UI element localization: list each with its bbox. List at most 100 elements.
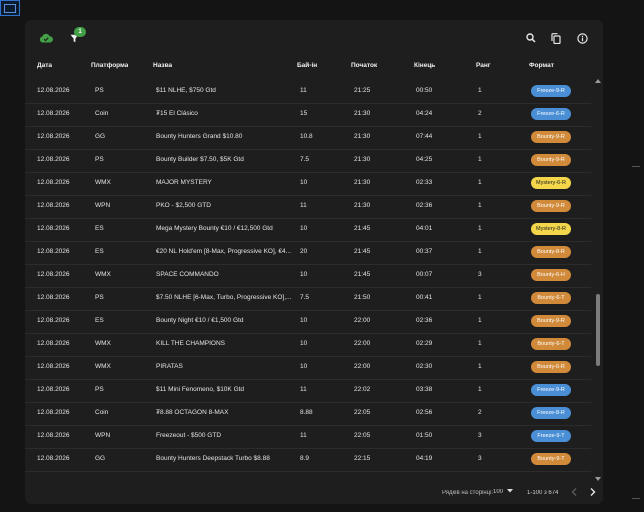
cell-platform: PS: [95, 87, 104, 94]
scroll-down-icon[interactable]: [595, 477, 601, 481]
cell-name: MAJOR MYSTERY: [156, 179, 212, 186]
page-range: 1-100 з 674: [527, 490, 559, 496]
next-page-button[interactable]: [590, 488, 596, 498]
format-badge: Bounty-6-T: [531, 338, 571, 350]
cell-date: 12.08.2026: [37, 340, 70, 347]
vertical-scrollbar[interactable]: [595, 78, 601, 482]
search-button[interactable]: [519, 26, 543, 50]
cell-buyin: 11: [300, 432, 307, 439]
cell-end: 02:30: [416, 363, 433, 370]
column-header-format[interactable]: Формат: [529, 62, 554, 69]
info-button[interactable]: [570, 26, 594, 50]
table-row[interactable]: 12.08.2026 GG Bounty Hunters Deepstack Tur…: [25, 448, 591, 472]
cell-platform: WMX: [95, 340, 111, 347]
column-header-platform[interactable]: Платформа: [91, 62, 128, 69]
copy-button[interactable]: [544, 26, 568, 50]
cell-rank: 2: [478, 110, 482, 117]
cell-platform: WPN: [95, 432, 111, 439]
table-row[interactable]: 12.08.2026 PS $11 Mini Fenomeno, $10K Gtd 1…: [25, 379, 591, 403]
info-icon: [576, 32, 588, 44]
cell-buyin: 7.5: [300, 294, 310, 301]
cloud-sync-button[interactable]: [34, 26, 58, 50]
column-header-buyin[interactable]: Бай-ін: [297, 62, 317, 69]
format-badge: Bounty-9-R: [531, 131, 571, 143]
table-row[interactable]: 12.08.2026 PS $7.50 NLHE [6-Max, Turbo, Pr…: [25, 287, 591, 311]
table-row[interactable]: 12.08.2026 WMX SPACE COMMANDO 10 21:45 00:07 3…: [25, 264, 591, 288]
cell-start: 22:02: [354, 386, 371, 393]
window-thumbnail[interactable]: [0, 0, 20, 16]
column-header-rank[interactable]: Ранг: [476, 62, 491, 69]
cell-name: Mega Mystery Bounty €10 / €12,500 Gtd: [156, 225, 273, 232]
cell-buyin: 10.8: [300, 133, 313, 140]
column-header-name[interactable]: Назва: [153, 62, 172, 69]
cell-end: 03:38: [416, 386, 433, 393]
cell-platform: ES: [95, 317, 104, 324]
table-row[interactable]: 12.08.2026 ES Bounty Night €10 / €1,500 Gt…: [25, 310, 591, 334]
table-row[interactable]: 12.08.2026 PS Bounty Builder $7.50, $5K Gt…: [25, 149, 591, 173]
cell-rank: 1: [478, 133, 482, 140]
cell-start: 21:30: [354, 179, 371, 186]
cell-buyin: 11: [300, 87, 307, 94]
scroll-up-icon[interactable]: [595, 79, 601, 83]
chevron-down-icon: [506, 489, 513, 493]
scrollbar-thumb[interactable]: [596, 294, 600, 366]
cell-rank: 1: [478, 202, 482, 209]
format-badge: Freeze-8-R: [531, 407, 571, 419]
cell-date: 12.08.2026: [37, 271, 70, 278]
table-row[interactable]: 12.08.2026 WPN Freezeout - $500 GTD 11 22:05…: [25, 425, 591, 449]
cell-rank: 1: [478, 340, 482, 347]
table-row[interactable]: 12.08.2026 Coin ₮15 El Clásico 15 21:30 04:24…: [25, 103, 591, 127]
cell-name: ₮8.88 OCTAGON 8-MAX: [156, 409, 229, 416]
cell-rank: 1: [478, 225, 482, 232]
cell-platform: WMX: [95, 271, 111, 278]
cell-start: 21:25: [354, 87, 371, 94]
cell-buyin: 10: [300, 271, 308, 278]
table-row[interactable]: 12.08.2026 ES €20 NL Hold'em [8-Max, Progr…: [25, 241, 591, 265]
cell-name: Bounty Hunters Deepstack Turbo $8.88: [156, 455, 270, 462]
cell-date: 12.08.2026: [37, 156, 70, 163]
cell-start: 21:30: [354, 133, 371, 140]
cell-buyin: 10: [300, 225, 308, 232]
pagination-footer: Рядків на сторінці: 100 1-100 з 674: [25, 482, 603, 504]
tournament-table-panel: 1 Дата Платформа Назва Бай-ін Початок Кі…: [25, 20, 603, 504]
cell-start: 21:30: [354, 156, 371, 163]
cell-end: 00:37: [416, 248, 433, 255]
column-header-start[interactable]: Початок: [351, 62, 377, 69]
format-badge: Mystery-6-R: [531, 177, 571, 189]
table-row[interactable]: 12.08.2026 Coin ₮8.88 OCTAGON 8-MAX 8.88 22:…: [25, 402, 591, 426]
copy-icon: [551, 32, 561, 44]
cell-platform: PS: [95, 386, 104, 393]
cell-name: KILL THE CHAMPIONS: [156, 340, 225, 347]
format-badge: Bounty-6-R: [531, 361, 571, 373]
cell-name: Bounty Night €10 / €1,500 Gtd: [156, 317, 244, 324]
cell-start: 21:30: [354, 110, 371, 117]
cell-date: 12.08.2026: [37, 87, 70, 94]
format-badge: Freeze-9-T: [531, 430, 571, 442]
column-header-end[interactable]: Кінець: [414, 62, 435, 69]
cell-buyin: 7.5: [300, 156, 310, 163]
table-row[interactable]: 12.08.2026 WMX KILL THE CHAMPIONS 10 22:00 02…: [25, 333, 591, 357]
cell-platform: PS: [95, 294, 104, 301]
cell-buyin: 20: [300, 248, 308, 255]
table-row[interactable]: 12.08.2026 ES Mega Mystery Bounty €10 / €1…: [25, 218, 591, 242]
cell-buyin: 8.9: [300, 455, 310, 462]
cell-buyin: 8.88: [300, 409, 313, 416]
rows-per-page-select[interactable]: 100: [493, 489, 513, 495]
table-row[interactable]: 12.08.2026 WPN PKO - $2,500 GTD 11 21:30 02:3…: [25, 195, 591, 219]
table-row[interactable]: 12.08.2026 GG Bounty Hunters Grand $10.80 1…: [25, 126, 591, 150]
cell-end: 02:33: [416, 179, 433, 186]
table-row[interactable]: 12.08.2026 WMX MAJOR MYSTERY 10 21:30 02:33 1 M…: [25, 172, 591, 196]
cell-rank: 1: [478, 156, 482, 163]
search-icon: [526, 33, 536, 43]
filter-button[interactable]: 1: [62, 26, 86, 50]
previous-page-button[interactable]: [571, 488, 577, 498]
cell-platform: GG: [95, 455, 106, 462]
column-header-date[interactable]: Дата: [37, 62, 52, 69]
format-badge: Bounty-8-R: [531, 246, 571, 258]
rows-per-page-label: Рядків на сторінці:: [442, 490, 494, 496]
table-row[interactable]: 12.08.2026 PS $11 NLHE, $750 Gtd 11 21:25 00:…: [25, 80, 591, 104]
table-row[interactable]: 12.08.2026 WMX PIRATAS 10 22:00 02:30 1 Bounty-…: [25, 356, 591, 380]
cell-date: 12.08.2026: [37, 317, 70, 324]
cell-platform: Coin: [95, 409, 109, 416]
cell-date: 12.08.2026: [37, 432, 70, 439]
